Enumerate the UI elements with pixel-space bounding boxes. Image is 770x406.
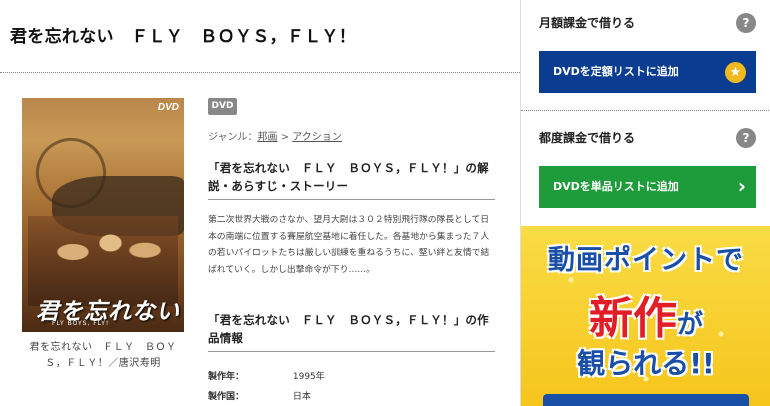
chevron-right-icon: › (737, 174, 746, 198)
detail-value: 日本 (292, 392, 311, 402)
detail-row-year: 製作年： 1995年 (208, 369, 325, 382)
synopsis-heading: 「君を忘れない ＦＬＹ ＢＯＹＳ，ＦＬＹ！」の解説・あらすじ・ストーリー (208, 159, 495, 200)
genre-link-main[interactable]: 邦画 (258, 132, 278, 143)
star-icon: ★ (725, 62, 746, 83)
promo-line3: 観られる!! (577, 347, 715, 380)
promo-line2: 新作が (521, 282, 770, 346)
detail-label: 製作年： (208, 372, 245, 382)
promo-bottom-strip (543, 394, 749, 406)
detail-row-country: 製作国： 日本 (208, 389, 311, 402)
promo-line1: 動画ポイントで (548, 245, 744, 276)
promo-new-release: 新作 (588, 293, 677, 344)
genre-breadcrumb: ジャンル：邦画 > アクション (208, 128, 342, 143)
video-point-promo-banner[interactable]: 動画ポイントで 新作が 観られる!! (521, 226, 770, 406)
poster-caption: 君を忘れない ＦＬＹ ＢＯＹＳ，ＦＬＹ！／唐沢寿明 (29, 342, 177, 369)
page-title: 君を忘れない ＦＬＹ ＢＯＹＳ，ＦＬＹ！ (10, 27, 356, 47)
synopsis-text: 第二次世界大戦のさなか、望月大尉は３０２特別飛行隊の隊長として日本の南端に位置す… (208, 215, 490, 275)
title-divider (0, 72, 520, 73)
dvd-jacket-image[interactable]: DVD 君を忘れない FLY BOYS, FLY! (22, 98, 184, 332)
detail-label: 製作国： (208, 392, 245, 402)
genre-link-sub[interactable]: アクション (292, 132, 342, 143)
add-to-single-list-label: DVDを単品リストに追加 (553, 180, 679, 193)
single-rental-label: 都度課金で借りる (539, 131, 636, 145)
help-icon[interactable]: ? (736, 128, 756, 148)
rental-sidebar: 月額課金で借りる ? DVDを定額リストに追加 ★ 都度課金で借りる ? DVD… (520, 0, 770, 406)
sidebar-divider (521, 110, 770, 111)
poster-subtitle-art: FLY BOYS, FLY! (52, 320, 110, 327)
monthly-rental-label: 月額課金で借りる (539, 16, 636, 30)
add-to-single-list-button[interactable]: DVDを単品リストに追加 › (539, 166, 756, 208)
add-to-monthly-list-label: DVDを定額リストに追加 (553, 65, 679, 78)
promo-particle: が (676, 310, 703, 340)
genre-separator: > (280, 132, 290, 143)
details-heading: 「君を忘れない ＦＬＹ ＢＯＹＳ，ＦＬＹ！」の作品情報 (208, 311, 495, 352)
detail-value: 1995年 (292, 372, 325, 382)
format-badge: DVD (208, 98, 237, 115)
add-to-monthly-list-button[interactable]: DVDを定額リストに追加 ★ (539, 51, 756, 93)
dvd-video-logo: DVD (157, 102, 179, 113)
genre-label: ジャンル： (208, 132, 258, 143)
help-icon[interactable]: ? (736, 13, 756, 33)
